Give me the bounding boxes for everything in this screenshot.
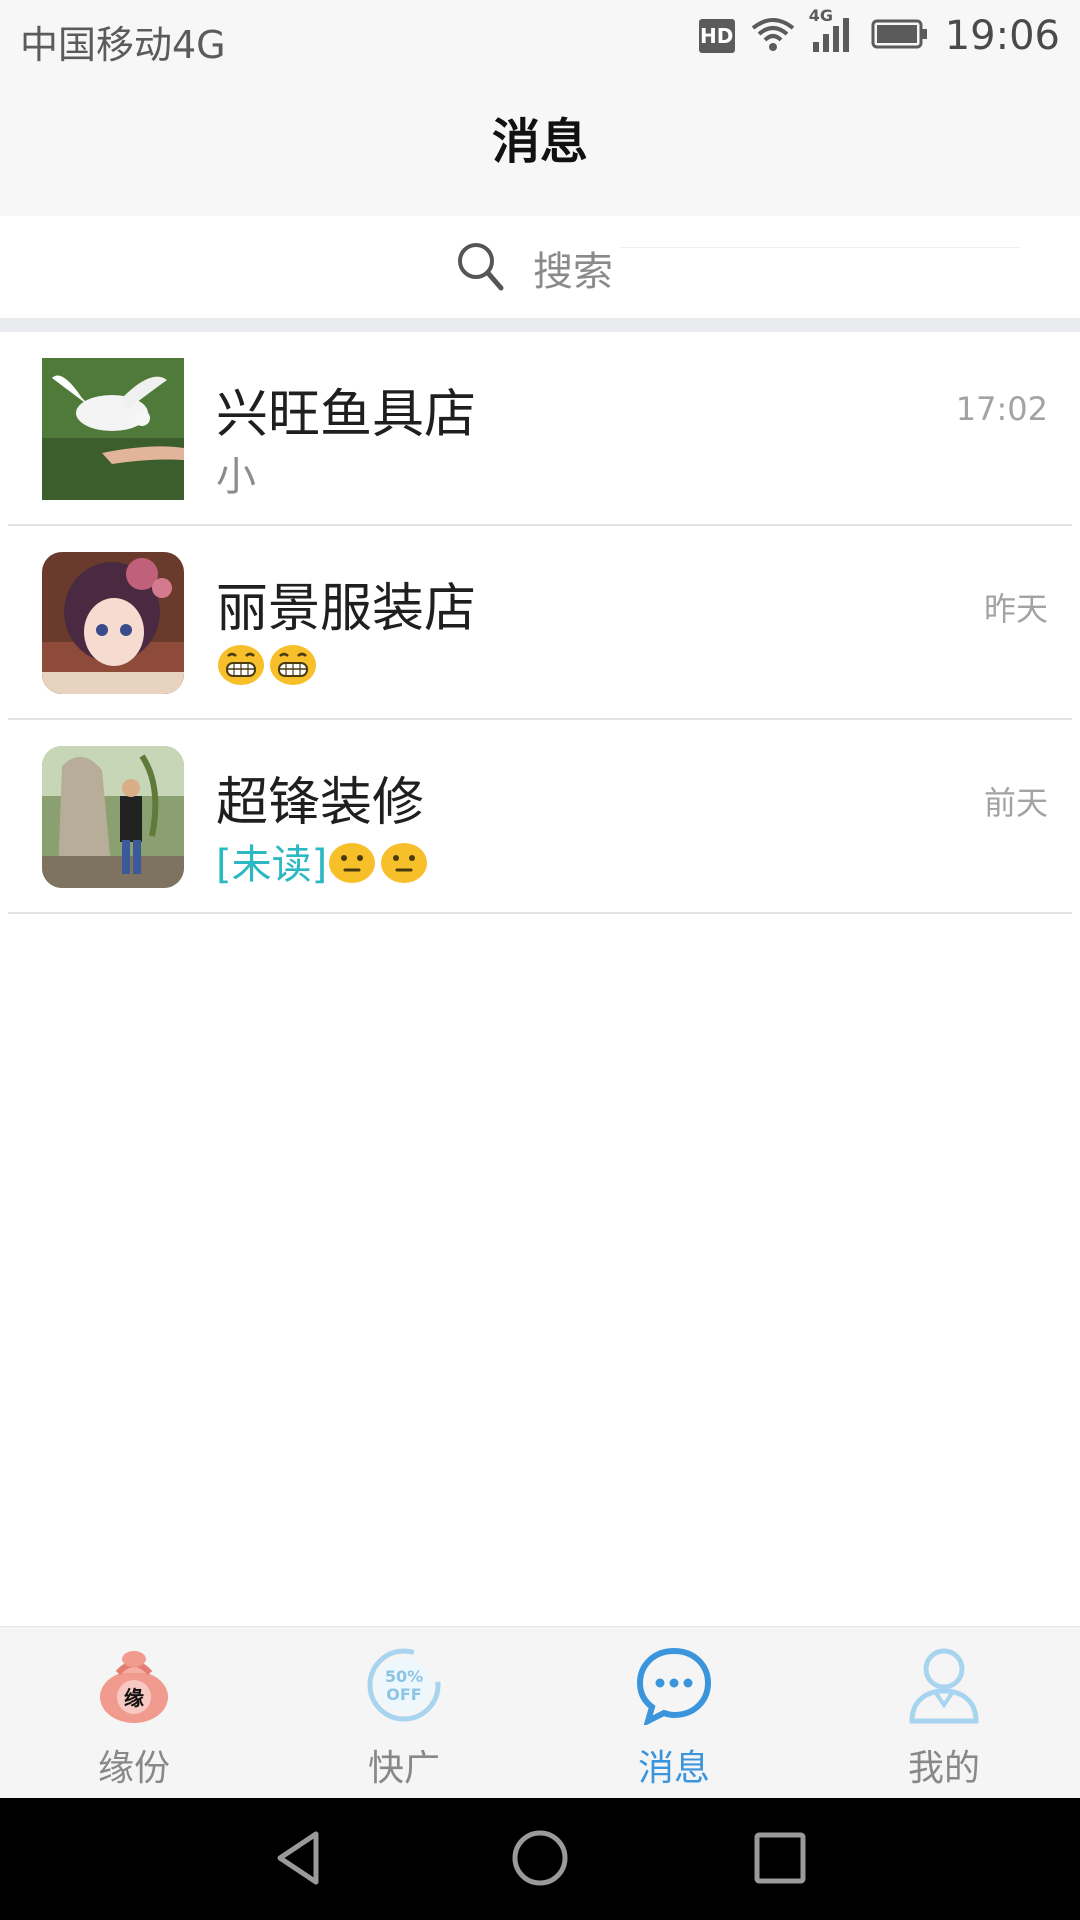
unread-tag: [未读] <box>216 842 328 888</box>
discount-badge-text: OFF <box>386 1685 421 1704</box>
conversation-list: 兴旺鱼具店 小 17:02 丽景服装店 昨天 超锋装修 [未读] 前天 <box>0 332 1080 914</box>
tab-label: 消息 <box>637 1748 710 1789</box>
discount-badge-text: 50% <box>385 1667 423 1686</box>
tab-mine[interactable]: 我的 <box>844 1643 1044 1793</box>
bottom-nav: 缘 缘份 50% OFF 快广 消息 我的 <box>0 1626 1080 1799</box>
lucky-bag-icon: 缘 <box>96 1645 172 1725</box>
discount-icon: 50% OFF <box>366 1645 442 1725</box>
avatar[interactable] <box>42 358 184 500</box>
tab-label: 快广 <box>367 1748 440 1789</box>
grin-emoji-icon <box>268 638 318 688</box>
contact-name: 超锋装修 <box>216 773 425 833</box>
message-preview: 小 <box>216 444 256 502</box>
message-preview: [未读] <box>216 832 431 890</box>
back-icon[interactable] <box>270 1828 330 1888</box>
message-time: 昨天 <box>983 590 1048 628</box>
tab-label: 我的 <box>907 1748 980 1789</box>
chat-bubble-icon <box>636 1645 712 1727</box>
grin-emoji-icon <box>216 638 266 688</box>
message-time: 17:02 <box>955 390 1048 428</box>
contact-name: 兴旺鱼具店 <box>216 385 477 445</box>
search-icon <box>455 240 505 296</box>
tab-label: 缘份 <box>97 1748 170 1789</box>
page-title: 消息 <box>491 114 588 170</box>
conversation-row[interactable]: 兴旺鱼具店 小 17:02 <box>8 332 1072 526</box>
wifi-icon <box>751 16 795 56</box>
preview-text: 小 <box>216 454 256 500</box>
avatar[interactable] <box>42 552 184 694</box>
message-preview <box>216 638 320 688</box>
system-nav-bar <box>0 1798 1080 1920</box>
search-underline <box>620 247 1020 248</box>
message-time: 前天 <box>983 784 1048 822</box>
tab-messages[interactable]: 消息 <box>574 1643 774 1793</box>
recent-apps-icon[interactable] <box>750 1828 810 1888</box>
conversation-row[interactable]: 丽景服装店 昨天 <box>8 526 1072 720</box>
battery-icon <box>871 19 929 53</box>
cellular-signal-icon: 4G <box>809 6 855 58</box>
search-placeholder[interactable]: 搜索 <box>533 239 613 297</box>
tab-kuaiguang[interactable]: 50% OFF 快广 <box>304 1643 504 1793</box>
avatar[interactable] <box>42 746 184 888</box>
neutral-emoji-icon <box>327 836 377 886</box>
lucky-bag-badge-text: 缘 <box>124 1686 144 1710</box>
carrier-label: 中国移动4G <box>20 23 226 67</box>
conversation-row[interactable]: 超锋装修 [未读] 前天 <box>8 720 1072 914</box>
status-icons: HD 4G 19:06 <box>698 6 1060 60</box>
network-type-label: 4G <box>808 6 833 25</box>
status-bar: 中国移动4G HD 4G 19:06 <box>0 0 1080 72</box>
home-icon[interactable] <box>510 1828 570 1888</box>
search-bar[interactable]: 搜索 <box>0 216 1080 332</box>
hd-badge: HD <box>698 19 735 53</box>
contact-name: 丽景服装店 <box>216 579 477 639</box>
tab-yuanfen[interactable]: 缘 缘份 <box>34 1643 234 1793</box>
title-bar: 消息 <box>0 72 1080 216</box>
search-field[interactable]: 搜索 <box>455 238 613 298</box>
profile-icon <box>906 1645 982 1725</box>
neutral-emoji-icon <box>379 836 429 886</box>
clock: 19:06 <box>944 13 1060 59</box>
